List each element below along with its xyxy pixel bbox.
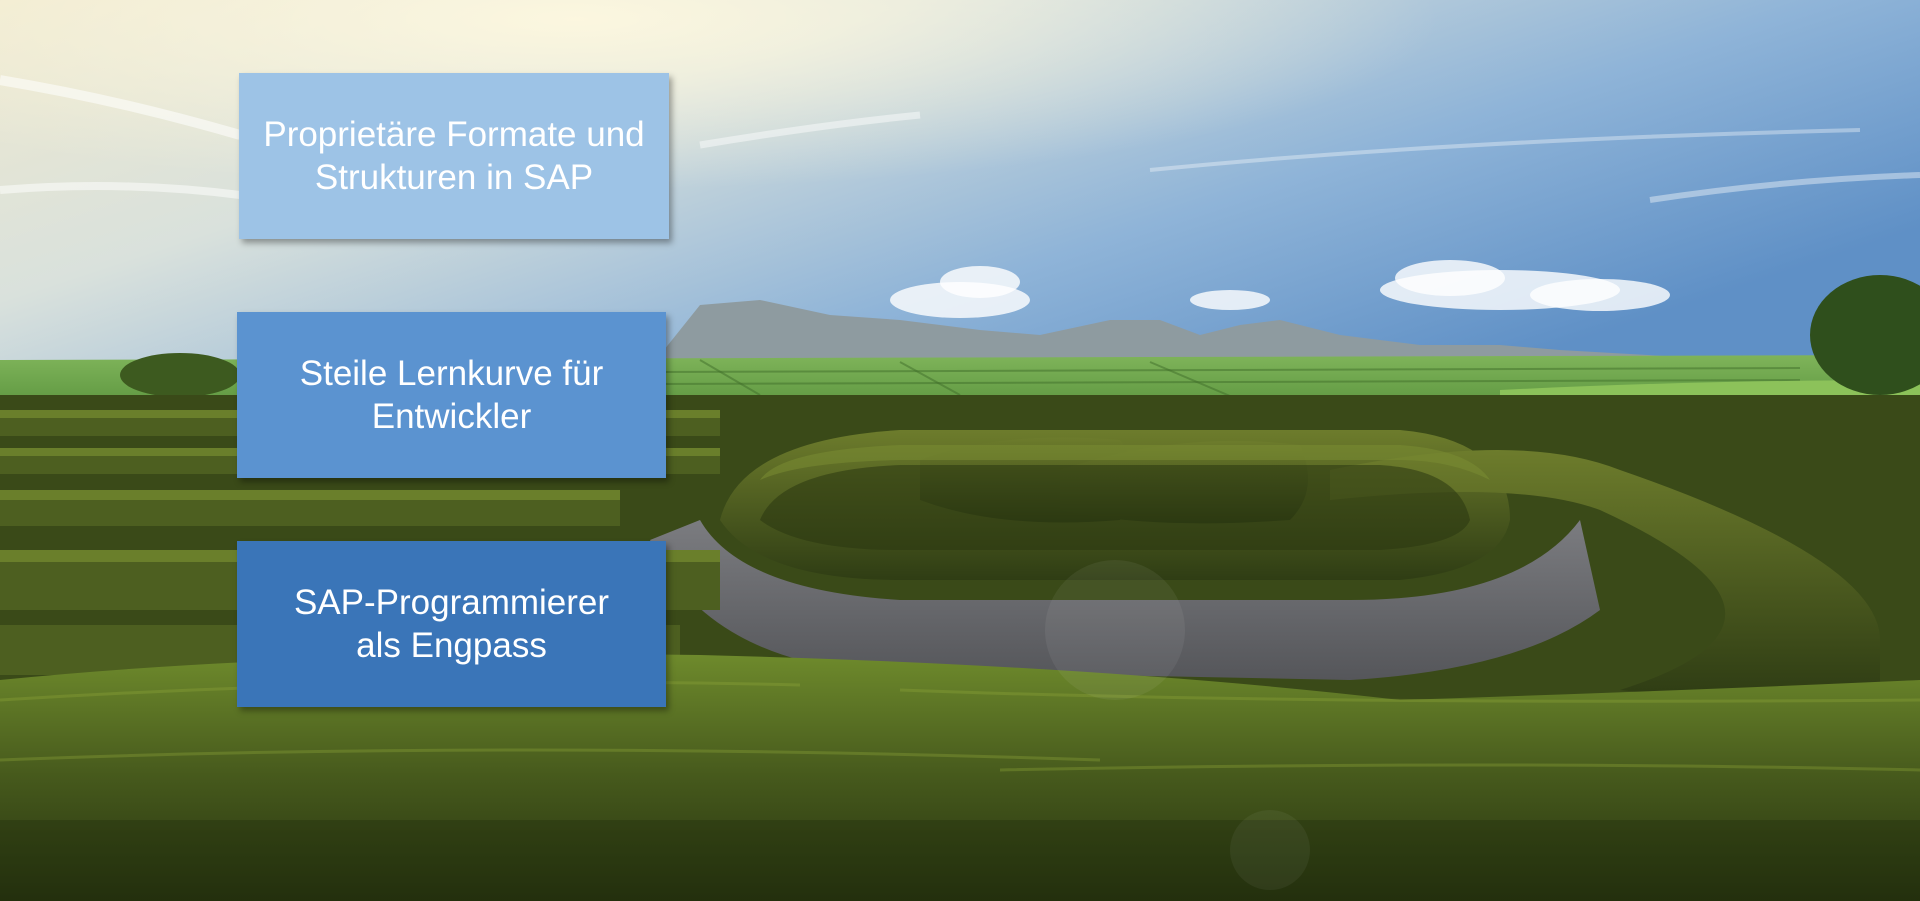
callout-box-proprietary-formats: Proprietäre Formate und Strukturen in SA… <box>239 73 669 239</box>
callout-box-learning-curve: Steile Lernkurve für Entwickler <box>237 312 666 478</box>
callout-text: Proprietäre Formate und Strukturen in SA… <box>263 113 644 199</box>
slide-canvas: Proprietäre Formate und Strukturen in SA… <box>0 0 1920 901</box>
callout-line-2: Strukturen in SAP <box>314 158 594 197</box>
callout-line-2: als Engpass <box>356 626 547 665</box>
callout-box-programmer-bottleneck: SAP-Programmierer als Engpass <box>237 541 666 707</box>
callout-text: SAP-Programmierer als Engpass <box>294 581 609 667</box>
callout-line-2: Entwickler <box>371 397 532 436</box>
callout-text: Steile Lernkurve für Entwickler <box>300 352 603 438</box>
callout-line-1: Proprietäre Formate und <box>263 115 645 154</box>
callout-line-1: Steile Lernkurve für <box>299 354 604 393</box>
callout-line-1: SAP-Programmierer <box>293 583 610 622</box>
